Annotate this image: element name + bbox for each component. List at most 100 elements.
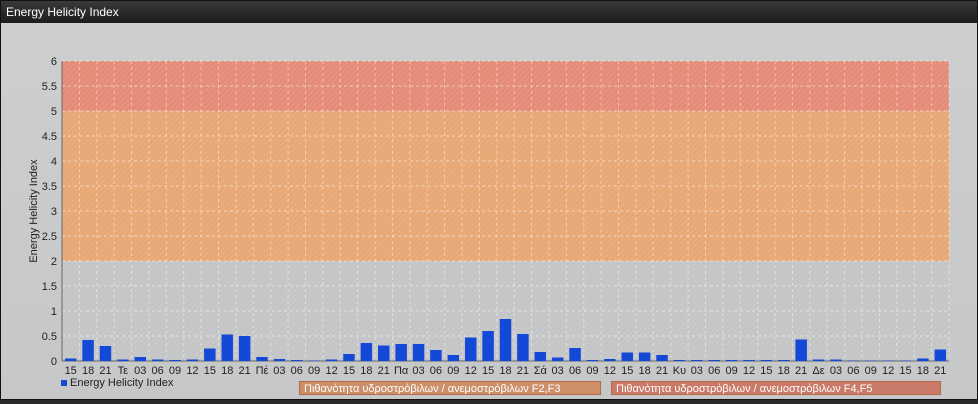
x-tick-label: 06 bbox=[569, 365, 581, 377]
x-tick-label: 09 bbox=[586, 365, 598, 377]
x-tick-label: 12 bbox=[465, 365, 477, 377]
x-tick-label: 18 bbox=[499, 365, 511, 377]
x-tick-label: 18 bbox=[360, 365, 372, 377]
bar bbox=[743, 360, 755, 361]
bar bbox=[656, 355, 668, 361]
bar bbox=[343, 354, 355, 361]
x-tick-label: 15 bbox=[482, 365, 494, 377]
bar bbox=[534, 352, 547, 361]
x-tick-label: 03 bbox=[691, 365, 703, 377]
x-tick-label: 06 bbox=[708, 365, 720, 377]
bar bbox=[291, 360, 303, 361]
bar bbox=[621, 352, 633, 361]
bar bbox=[499, 319, 512, 361]
x-tick-label: 12 bbox=[882, 365, 894, 377]
bar bbox=[169, 360, 181, 361]
legend-band-f2f3-label: Πιθανότητα υδροστρόβιλων / ανεμοστρόβιλω… bbox=[304, 383, 561, 395]
widget-title: Energy Helicity Index bbox=[1, 1, 977, 23]
x-tick-label: 12 bbox=[743, 365, 755, 377]
bar bbox=[482, 331, 494, 361]
x-tick-label: 03 bbox=[273, 365, 285, 377]
legend-series-item[interactable]: Energy Helicity Index bbox=[61, 376, 173, 390]
x-tick-label: 06 bbox=[430, 365, 442, 377]
x-tick-label: 06 bbox=[847, 365, 859, 377]
bar bbox=[917, 358, 929, 361]
y-tick-label: 4 bbox=[51, 156, 57, 168]
y-tick-label: 6 bbox=[51, 56, 57, 68]
bar bbox=[273, 359, 286, 361]
x-tick-label: 18 bbox=[639, 365, 651, 377]
x-tick-label: Δε bbox=[812, 365, 824, 377]
y-tick-label: 3 bbox=[51, 206, 57, 218]
legend-band-f4f5[interactable]: Πιθανότητα υδροστρόβιλων / ανεμοστρόβιλω… bbox=[611, 381, 941, 395]
bar bbox=[934, 349, 947, 361]
chart-widget: Energy Helicity Index 0 0.5 1 1.5 2 2.5 3 3.5 4 4… bbox=[0, 0, 978, 400]
bar bbox=[795, 339, 807, 361]
bar bbox=[725, 360, 738, 361]
bar bbox=[82, 340, 94, 361]
x-tick-label: 12 bbox=[325, 365, 337, 377]
bar bbox=[238, 336, 251, 361]
bar bbox=[221, 334, 233, 361]
legend-band-f4f5-label: Πιθανότητα υδροστρόβιλων / ανεμοστρόβιλω… bbox=[616, 383, 873, 395]
bar bbox=[760, 360, 773, 361]
bar bbox=[395, 344, 407, 361]
bar bbox=[830, 359, 842, 361]
x-tick-label: 15 bbox=[621, 365, 633, 377]
x-tick-label: 18 bbox=[917, 365, 929, 377]
x-tick-label: 09 bbox=[725, 365, 737, 377]
bar bbox=[360, 343, 373, 361]
x-tick-label: 15 bbox=[899, 365, 911, 377]
x-tick-label: 15 bbox=[760, 365, 772, 377]
bar bbox=[64, 358, 77, 361]
y-tick-label: 3.5 bbox=[42, 181, 57, 193]
bar bbox=[638, 352, 651, 361]
x-tick-label: 18 bbox=[221, 365, 233, 377]
y-tick-label: 5.5 bbox=[42, 81, 57, 93]
x-tick-label: Κυ bbox=[673, 365, 686, 377]
x-tick-label: 15 bbox=[343, 365, 355, 377]
bar bbox=[430, 350, 442, 361]
y-tick-label: 2 bbox=[51, 256, 57, 268]
bar bbox=[778, 360, 790, 361]
bar bbox=[604, 359, 616, 361]
x-tick-label: Πα bbox=[394, 365, 409, 377]
y-tick-label: 0.5 bbox=[42, 331, 57, 343]
x-tick-label: 21 bbox=[934, 365, 946, 377]
legend-band-f2f3[interactable]: Πιθανότητα υδροστρόβιλων / ανεμοστρόβιλω… bbox=[299, 381, 601, 395]
x-tick-label: 09 bbox=[447, 365, 459, 377]
y-axis-title: Energy Helicity Index bbox=[28, 159, 40, 263]
x-tick-label: 21 bbox=[517, 365, 529, 377]
x-tick-label: 21 bbox=[656, 365, 668, 377]
x-tick-label: Σά bbox=[534, 365, 548, 377]
bar bbox=[569, 348, 581, 361]
x-tick-label: 09 bbox=[308, 365, 320, 377]
bar bbox=[847, 360, 860, 361]
x-tick-label: 06 bbox=[291, 365, 303, 377]
y-tick-label: 2.5 bbox=[42, 231, 57, 243]
x-tick-label: 18 bbox=[778, 365, 790, 377]
chart-area: 0 0.5 1 1.5 2 2.5 3 3.5 4 4.5 5 5.5 6 Energy Helicity… bbox=[1, 23, 977, 399]
bar bbox=[464, 337, 477, 361]
bar bbox=[708, 360, 720, 361]
x-tick-label: 03 bbox=[412, 365, 424, 377]
bar bbox=[812, 359, 825, 361]
x-tick-label: 03 bbox=[830, 365, 842, 377]
x-tick-label: 21 bbox=[238, 365, 250, 377]
x-tick-label: 12 bbox=[604, 365, 616, 377]
x-tick-label: 03 bbox=[552, 365, 564, 377]
bar bbox=[117, 359, 129, 361]
x-tick-label: 15 bbox=[204, 365, 216, 377]
bar bbox=[882, 360, 894, 361]
bar bbox=[151, 359, 164, 361]
x-tick-label: 21 bbox=[378, 365, 390, 377]
bar bbox=[673, 360, 686, 361]
bar bbox=[899, 360, 912, 361]
bar bbox=[325, 359, 338, 361]
x-tick-label: 21 bbox=[795, 365, 807, 377]
bar bbox=[447, 355, 460, 361]
y-tick-label: 0 bbox=[51, 356, 57, 368]
bar bbox=[864, 360, 877, 361]
bar bbox=[691, 360, 703, 361]
x-tick-label: Πέ bbox=[256, 365, 269, 377]
